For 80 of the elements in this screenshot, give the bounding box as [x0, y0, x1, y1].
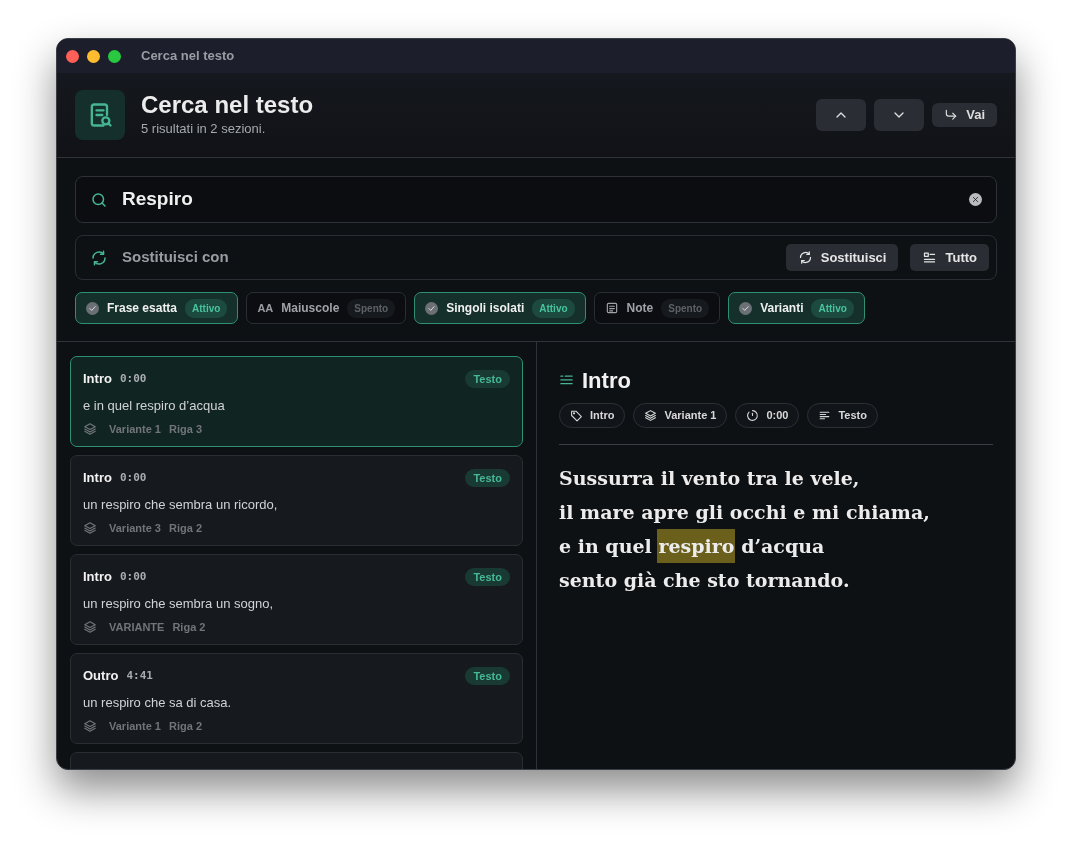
- go-button[interactable]: Vai: [932, 103, 997, 127]
- meta-chip: 0:00: [735, 403, 800, 428]
- filter-toggle[interactable]: Singoli isolati Attivo: [414, 292, 586, 324]
- timer-icon: [746, 408, 760, 422]
- result-card[interactable]: Intro 0:00 Testo un respiro che sembra un sogno, VARIANTE Riga 2: [70, 554, 523, 645]
- check-icon: [86, 301, 99, 315]
- result-card[interactable]: Intro 0:00 Testo un respiro che sembra un ricordo, Variante 3 Riga 2: [70, 455, 523, 546]
- check-icon: [739, 301, 753, 315]
- status-badge: Attivo: [185, 298, 228, 318]
- clear-icon[interactable]: [969, 193, 982, 206]
- page-title: Cerca nel testo: [141, 91, 314, 120]
- result-text: un respiro che sembra un ricordo,: [83, 495, 279, 514]
- layers-icon: [83, 422, 97, 437]
- search-icon: [90, 190, 108, 209]
- line-label: Riga 2: [169, 521, 202, 536]
- case-icon: AA: [257, 299, 274, 317]
- section-name: Intro: [83, 370, 112, 388]
- result-card[interactable]: Outro 4:41 Testo un respiro che sa di casa. Variante 1 Riga 2: [70, 653, 523, 744]
- arrow-icon: [944, 108, 959, 122]
- replace-input[interactable]: Sostituisci con: [120, 245, 774, 270]
- lyric-text: e in quel: [559, 533, 652, 559]
- status-badge: Attivo: [811, 298, 854, 318]
- close-button[interactable]: [66, 49, 79, 63]
- results-summary: 5 risultati in 2 sezioni.: [141, 120, 267, 139]
- lyric-line: Sussurra il vento tra le vele,: [559, 465, 861, 491]
- timestamp: 4:41: [126, 667, 153, 684]
- refresh-icon: [90, 248, 108, 267]
- layers-icon: [83, 620, 97, 635]
- result-card[interactable]: Intro 0:00 Testo e in quel respiro d’acqua Variante 1 Riga 3: [70, 356, 523, 447]
- note-icon: [604, 301, 619, 315]
- timestamp: 0:00: [119, 469, 147, 486]
- section-title: Intro: [582, 367, 631, 395]
- replace-button[interactable]: Sostituisci: [785, 243, 899, 272]
- minimize-button[interactable]: [87, 49, 100, 63]
- window-title: Cerca nel testo: [141, 47, 235, 66]
- section-name: Intro: [83, 568, 112, 586]
- lyric-line: il mare apre gli occhi e mi chiama,: [559, 499, 931, 525]
- filter-toggle[interactable]: Varianti Attivo: [728, 292, 865, 324]
- result-text: un respiro che sembra un sogno,: [83, 594, 275, 613]
- search-input[interactable]: Respiro: [120, 184, 957, 215]
- refresh-icon: [797, 250, 813, 265]
- list-icon: [922, 250, 938, 265]
- status-badge: Spento: [661, 298, 710, 318]
- section-name: Outro: [83, 667, 119, 685]
- type-badge: Testo: [465, 468, 510, 487]
- search-field[interactable]: Respiro: [75, 176, 997, 223]
- variant-label: Variante 1: [109, 719, 161, 734]
- layers-icon: [644, 408, 658, 422]
- result-text: e in quel respiro d’acqua: [83, 396, 226, 415]
- layers-icon: [83, 521, 97, 536]
- tag-icon: [570, 408, 583, 422]
- filter-toggle[interactable]: AA Maiuscole Spento: [246, 292, 407, 324]
- status-badge: Attivo: [532, 298, 575, 318]
- variant-label: Variante 3: [109, 521, 161, 536]
- status-badge: Spento: [347, 298, 396, 318]
- layers-icon: [83, 719, 97, 734]
- replace-field[interactable]: Sostituisci con Sostituisci Tutto: [75, 235, 997, 280]
- result-text: un respiro che sa di casa.: [83, 693, 233, 712]
- meta-chip: Testo: [807, 403, 878, 428]
- filter-toggle[interactable]: Frase esatta Attivo: [75, 292, 239, 324]
- timestamp: 0:00: [119, 568, 147, 585]
- timestamp: 0:00: [119, 370, 147, 387]
- variant-label: Variante 1: [109, 422, 161, 437]
- type-badge: Testo: [465, 666, 510, 685]
- section-name: Intro: [83, 469, 112, 487]
- line-label: Riga 2: [172, 620, 206, 635]
- filter-toggle[interactable]: Note Spento: [593, 292, 721, 324]
- lyric-line: sento già che sto tornando.: [559, 567, 851, 593]
- lyric-text: d’acqua: [741, 533, 825, 559]
- type-badge: Testo: [465, 369, 510, 388]
- check-icon: [425, 301, 439, 315]
- type-badge: Testo: [465, 567, 510, 586]
- meta-chip: Variante 1: [633, 403, 728, 428]
- zoom-button[interactable]: [108, 49, 121, 63]
- meta-chip: Intro: [559, 403, 626, 428]
- line-label: Riga 2: [169, 719, 202, 734]
- replace-all-button[interactable]: Tutto: [910, 243, 989, 272]
- line-label: Riga 3: [169, 422, 202, 437]
- match-highlight: respiro: [657, 528, 736, 563]
- variant-label: VARIANTE: [109, 620, 165, 635]
